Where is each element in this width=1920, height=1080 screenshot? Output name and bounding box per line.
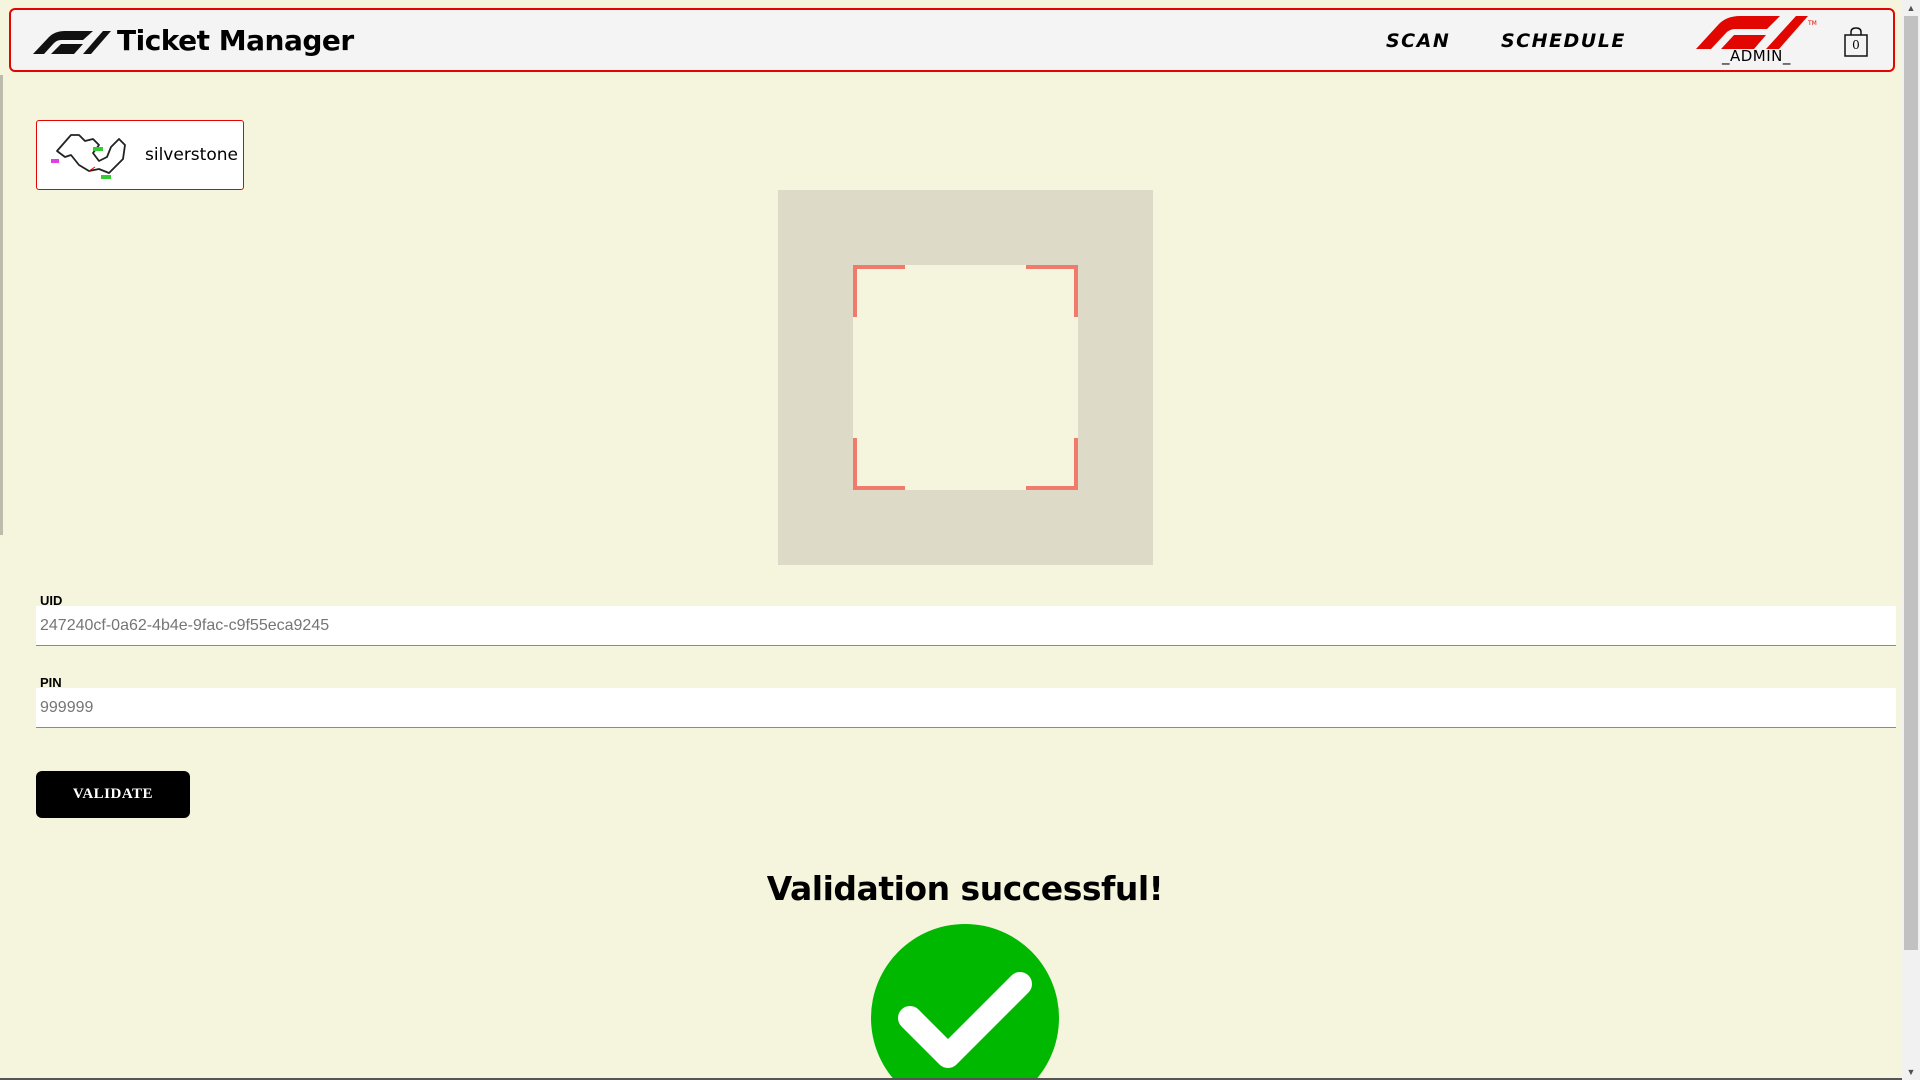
cart-count: 0 — [1852, 38, 1860, 52]
scanner-corner-bottom-left — [853, 438, 905, 490]
scrollbar-thumb[interactable] — [1904, 16, 1918, 950]
pin-input[interactable] — [36, 688, 1896, 728]
result-title: Validation successful! — [766, 869, 1164, 908]
scanner-corner-top-left — [853, 265, 905, 317]
brand[interactable]: Ticket Manager — [31, 24, 354, 57]
uid-input[interactable] — [36, 606, 1896, 646]
validate-button[interactable]: VALIDATE — [36, 771, 190, 818]
vertical-scrollbar[interactable]: ▲ ▼ — [1902, 0, 1920, 1080]
top-navbar: Ticket Manager SCAN SCHEDULE TM _ADMIN_ … — [9, 8, 1895, 72]
admin-home-link[interactable]: TM _ADMIN_ — [1694, 11, 1822, 67]
scanner-corner-top-right — [1026, 265, 1078, 317]
svg-text:TM: TM — [1807, 20, 1817, 27]
scroll-up-arrow-icon[interactable]: ▲ — [1902, 0, 1920, 16]
circuit-map-icon — [51, 134, 126, 179]
qr-scanner[interactable] — [778, 190, 1153, 565]
admin-label: _ADMIN_ — [1722, 47, 1791, 65]
checkmark-circle-icon — [871, 924, 1059, 1080]
nav-scan-link[interactable]: SCAN — [1386, 30, 1450, 52]
scroll-down-arrow-icon[interactable]: ▼ — [1902, 1064, 1920, 1080]
scanner-corner-bottom-right — [1026, 438, 1078, 490]
circuit-selector[interactable]: silverstone — [36, 120, 244, 190]
page-edge-shadow — [0, 75, 3, 535]
cart-button[interactable]: 0 — [1843, 26, 1869, 58]
scan-window — [853, 265, 1078, 490]
circuit-name: silverstone — [145, 145, 238, 165]
app-title: Ticket Manager — [117, 24, 354, 57]
nav-schedule-link[interactable]: SCHEDULE — [1501, 30, 1626, 52]
f1-admin-logo-icon: TM — [1696, 16, 1817, 49]
f1-logo-icon — [33, 30, 111, 54]
